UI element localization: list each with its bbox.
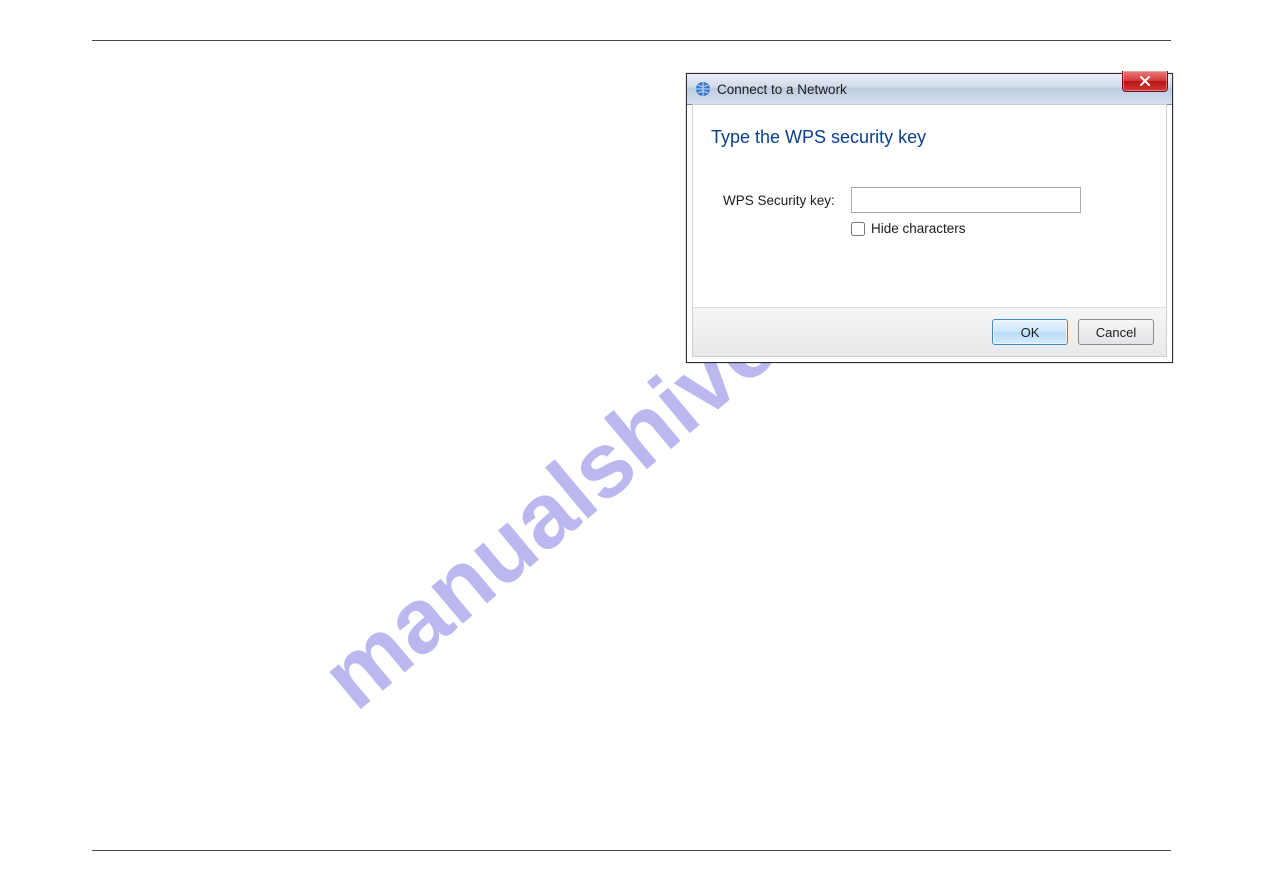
hide-characters-label[interactable]: Hide characters (871, 221, 966, 236)
dialog-title: Connect to a Network (717, 82, 847, 97)
security-key-label: WPS Security key: (723, 193, 835, 208)
security-key-input[interactable] (851, 187, 1081, 213)
hide-characters-row: Hide characters (851, 221, 966, 236)
close-button[interactable] (1122, 71, 1168, 92)
dialog-heading: Type the WPS security key (711, 127, 926, 148)
cancel-button[interactable]: Cancel (1078, 319, 1154, 345)
dialog-footer: OK Cancel (693, 307, 1166, 356)
hide-characters-checkbox[interactable] (851, 222, 865, 236)
dialog-titlebar[interactable]: Connect to a Network (687, 74, 1172, 105)
page-rule-bottom (92, 850, 1171, 851)
dialog-body: Type the WPS security key WPS Security k… (692, 104, 1167, 357)
page-rule-top (92, 40, 1171, 41)
network-icon (695, 81, 711, 97)
ok-button[interactable]: OK (992, 319, 1068, 345)
connect-network-dialog: Connect to a Network Type the WPS securi… (686, 73, 1173, 363)
close-icon (1139, 76, 1151, 86)
